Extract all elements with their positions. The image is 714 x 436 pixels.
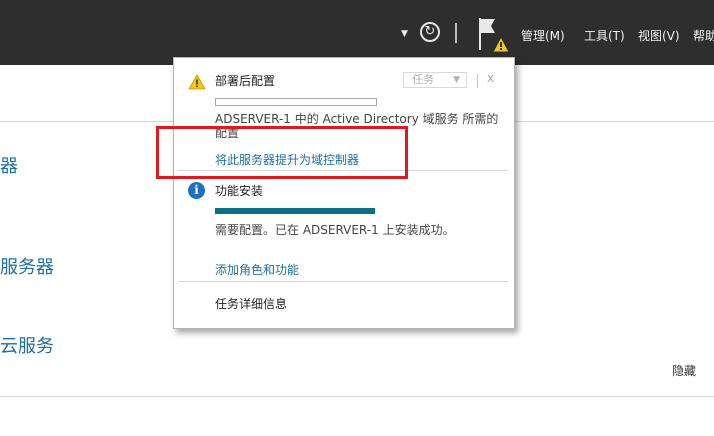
task-details-link[interactable]: 任务详细信息 bbox=[215, 295, 287, 312]
feature-install-title: 功能安装 bbox=[215, 184, 264, 198]
dropdown-arrow-icon[interactable]: ▼ bbox=[401, 29, 408, 39]
panel-separator bbox=[477, 74, 478, 88]
add-roles-link[interactable]: 添加角色和功能 bbox=[215, 261, 299, 278]
feature-install-progress-bar bbox=[215, 208, 375, 214]
panel-divider bbox=[178, 281, 508, 282]
feature-install-message: 需要配置。已在 ADSERVER-1 上安装成功。 bbox=[215, 223, 455, 237]
post-deploy-title: 部署后配置 bbox=[215, 74, 276, 88]
top-toolbar: ▼ ↻ 管理(M) 工具(T) 视图(V) 帮助 bbox=[0, 0, 714, 65]
menu-manage[interactable]: 管理(M) bbox=[521, 27, 565, 44]
chevron-down-icon: ▼ bbox=[453, 75, 460, 85]
content-divider-bottom bbox=[0, 396, 714, 397]
post-deploy-progress-bar bbox=[215, 98, 377, 106]
annotation-highlight-box bbox=[156, 126, 408, 179]
notification-panel: 部署后配置 任务 ▼ x ADSERVER-1 中的 Active Direct… bbox=[173, 57, 515, 329]
warning-icon bbox=[188, 74, 206, 90]
sidebar-item-cloud-service[interactable]: 云服务 bbox=[0, 332, 54, 358]
sidebar-item-server[interactable]: 器 bbox=[0, 152, 18, 178]
menu-tools[interactable]: 工具(T) bbox=[584, 27, 625, 44]
sidebar-item-servers[interactable]: 服务器 bbox=[0, 253, 54, 279]
toolbar-separator bbox=[455, 23, 457, 43]
task-dropdown[interactable]: 任务 ▼ bbox=[403, 72, 467, 88]
menu-help[interactable]: 帮助 bbox=[693, 27, 714, 44]
hide-link[interactable]: 隐藏 bbox=[672, 362, 696, 379]
info-icon: i bbox=[188, 182, 205, 199]
notification-flag-icon[interactable] bbox=[476, 16, 510, 54]
refresh-icon[interactable]: ↻ bbox=[420, 22, 440, 42]
menu-view[interactable]: 视图(V) bbox=[638, 27, 680, 44]
task-dropdown-label: 任务 bbox=[412, 73, 434, 86]
close-icon[interactable]: x bbox=[487, 71, 494, 85]
